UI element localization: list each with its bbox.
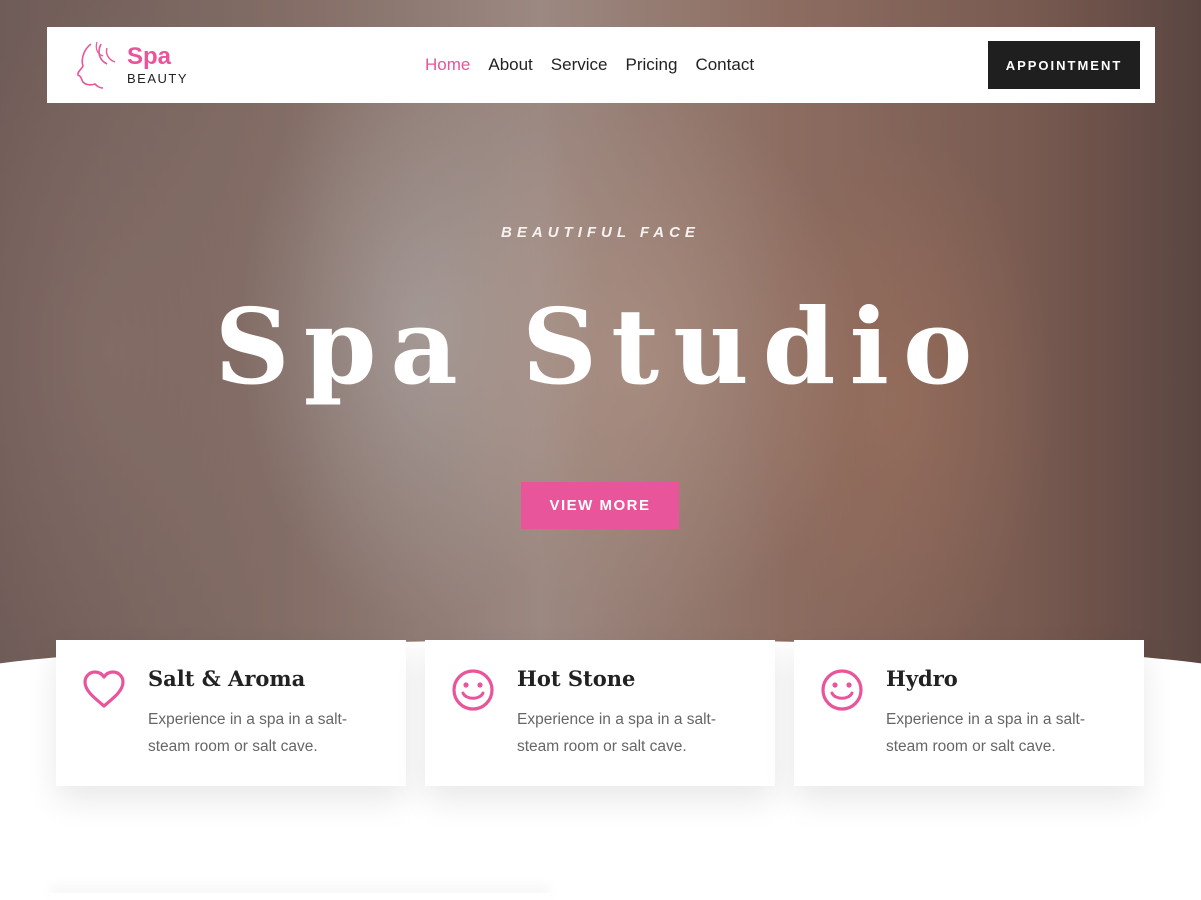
feature-description: Experience in a spa in a salt-steam room… xyxy=(886,711,1086,755)
nav-item-contact[interactable]: Contact xyxy=(695,55,754,75)
nav-item-home[interactable]: Home xyxy=(425,55,470,75)
navbar: Spa BEAUTY Home About Service Pricing Co… xyxy=(47,27,1155,103)
smile-icon xyxy=(451,668,495,712)
feature-card-salt-aroma: Salt & Aroma Experience in a spa in a sa… xyxy=(56,640,406,786)
view-more-button[interactable]: VIEW MORE xyxy=(521,482,679,529)
logo-tagline: BEAUTY xyxy=(127,71,189,86)
feature-title: Hydro xyxy=(886,666,958,691)
nav-item-about[interactable]: About xyxy=(488,55,532,75)
feature-description: Experience in a spa in a salt-steam room… xyxy=(517,711,717,755)
appointment-button[interactable]: APPOINTMENT xyxy=(988,41,1140,89)
face-logo-icon xyxy=(77,41,116,89)
feature-title: Hot Stone xyxy=(517,666,636,691)
logo[interactable]: Spa BEAUTY xyxy=(69,40,188,90)
hero-title: Spa Studio xyxy=(214,285,987,408)
nav-item-service[interactable]: Service xyxy=(551,55,608,75)
feature-title: Salt & Aroma xyxy=(148,666,306,691)
feature-card-hydro: Hydro Experience in a spa in a salt-stea… xyxy=(794,640,1144,786)
nav-item-pricing[interactable]: Pricing xyxy=(625,55,677,75)
feature-description: Experience in a spa in a salt-steam room… xyxy=(148,711,348,755)
heart-icon xyxy=(82,668,126,712)
next-section-edge xyxy=(50,893,550,900)
smile-icon xyxy=(820,668,864,712)
logo-name: Spa xyxy=(127,43,172,70)
feature-card-hot-stone: Hot Stone Experience in a spa in a salt-… xyxy=(425,640,775,786)
main-menu: Home About Service Pricing Contact xyxy=(425,55,754,75)
hero-eyebrow: BEAUTIFUL FACE xyxy=(501,224,700,241)
